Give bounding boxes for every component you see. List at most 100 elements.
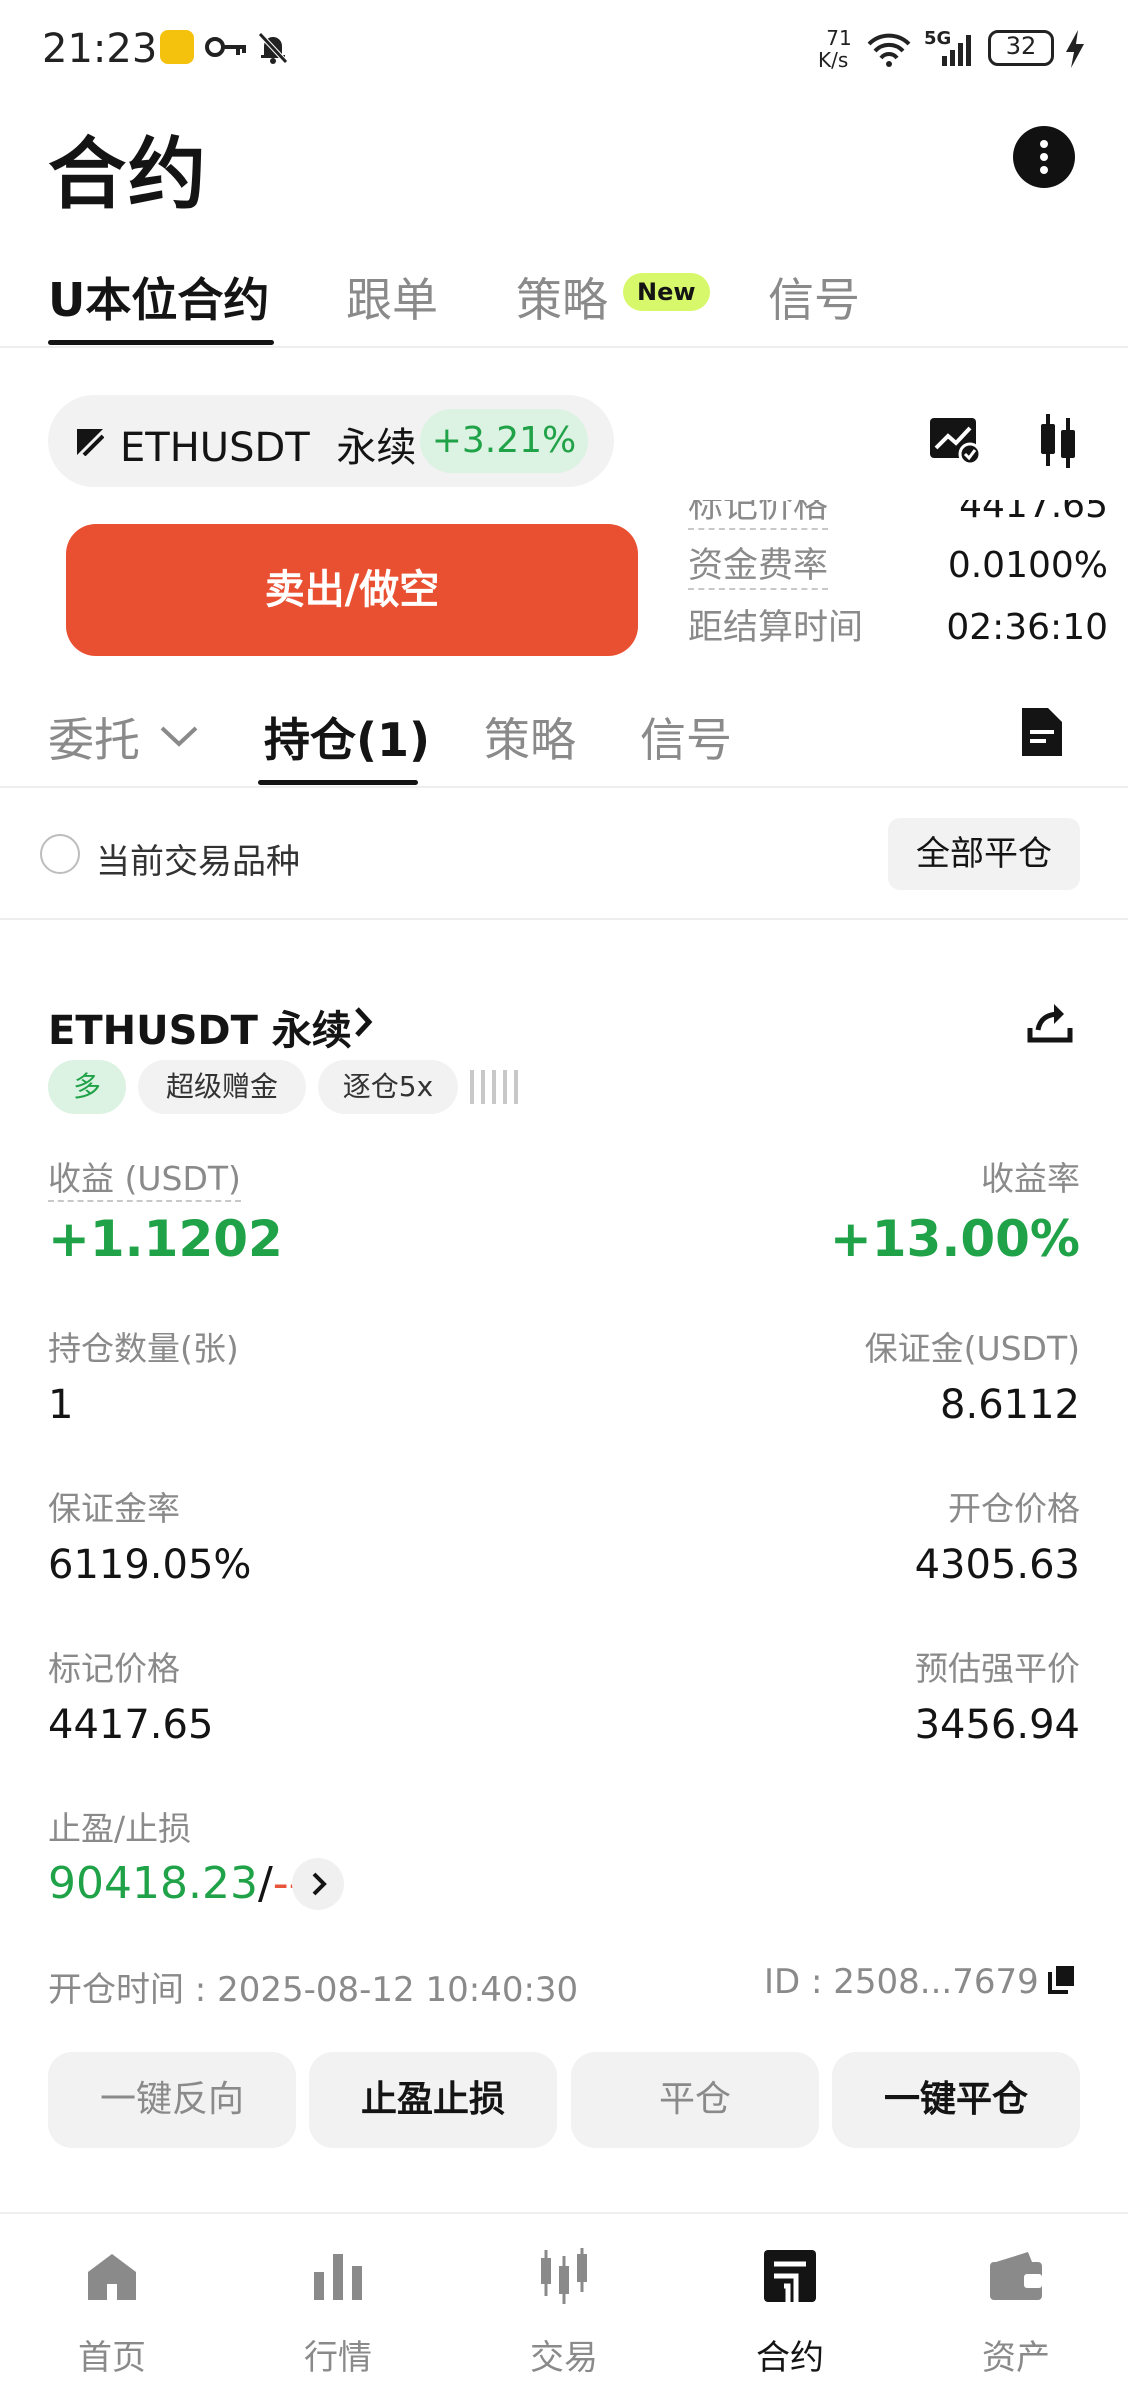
position-qty-value: 1 [48,1382,74,1428]
close-all-button[interactable]: 全部平仓 [888,818,1080,890]
nav-markets[interactable]: 行情 [258,2226,418,2396]
tab-copy-trading[interactable]: 跟单 [346,264,438,330]
pnl-label[interactable]: 收益 (USDT) [48,1152,241,1202]
symbol-ticker: ETHUSDT [120,425,310,471]
tpsl-values: 90418.23/-- [48,1858,305,1909]
mark-price-label: 标记价格 [688,500,829,530]
risk-level-bars-icon [470,1070,518,1104]
price-change-badge: +3.21% [420,409,588,473]
header-divider [0,346,1128,348]
settlement-countdown-value: 02:36:10 [946,607,1108,648]
bonus-tag: 超级赠金 [138,1060,306,1114]
tab-orders[interactable]: 委托 [48,704,140,770]
home-icon [88,2254,136,2300]
margin-ratio-label: 保证金率 [48,1489,180,1528]
mark-price-row: 标记价格 4417.65 [688,500,1108,534]
wallet-icon [990,2252,1042,2300]
active-subtab-indicator [258,780,418,785]
nav-assets[interactable]: 资产 [936,2226,1096,2396]
roi-label: 收益率 [981,1159,1080,1198]
settlement-countdown-row: 距结算时间 02:36:10 [688,606,1108,656]
market-info-panel: 标记价格 4417.65 资金费率 0.0100% 距结算时间 02:36:10 [680,500,1120,670]
subtab-divider [0,786,1128,788]
nav-assets-label: 资产 [982,2338,1050,2378]
copy-icon[interactable] [1046,1964,1076,1996]
nav-markets-label: 行情 [304,2338,372,2378]
market-chart-icon [314,2254,362,2300]
tab-positions[interactable]: 持仓(1) [264,704,430,770]
tab-orders-label: 委托 [48,713,140,767]
current-symbol-radio[interactable] [40,834,80,874]
position-id: ID : 2508...7679 [764,1962,1039,2002]
signal-icon [942,35,971,66]
open-time: 开仓时间 : 2025-08-12 10:40:30 [48,1970,579,2010]
tab-strategy-orders[interactable]: 策略 [484,704,576,770]
tpsl-button[interactable]: 止盈止损 [309,2052,557,2148]
position-title[interactable]: ETHUSDT 永续 [48,998,352,1056]
tpsl-label: 止盈/止损 [48,1809,192,1848]
position-qty-label: 持仓数量(张) [48,1329,239,1368]
futures-icon [764,2250,816,2302]
filter-divider [0,918,1128,920]
nav-futures-label: 合约 [756,2338,824,2378]
close-position-button[interactable]: 平仓 [571,2052,819,2148]
active-tab-indicator [48,340,274,345]
chevron-right-icon[interactable] [350,1004,376,1040]
funding-rate-label[interactable]: 资金费率 [688,544,829,590]
long-tag: 多 [48,1060,126,1114]
candlestick-icon[interactable] [1036,410,1080,472]
document-icon[interactable] [1020,706,1064,758]
mark-price-pos-value: 4417.65 [48,1702,214,1748]
margin-label: 保证金(USDT) [864,1329,1080,1368]
mark-price-value: 4417.65 [959,500,1108,526]
tab-signal[interactable]: 信号 [768,264,860,330]
sell-short-button[interactable]: 卖出/做空 [66,524,638,656]
entry-price-label: 开仓价格 [948,1489,1080,1528]
battery-level: 32 [1005,32,1037,60]
liq-price-label: 预估强平价 [915,1649,1080,1688]
new-badge: New [623,273,710,311]
key-icon [205,37,246,57]
funding-rate-row: 资金费率 0.0100% [688,544,1108,594]
nav-trade-label: 交易 [530,2338,598,2378]
net-speed-value: 71 [826,26,852,50]
market-close-button[interactable]: 一键平仓 [832,2052,1080,2148]
app-notification-icon [160,30,194,64]
tab-usdt-futures[interactable]: U本位合约 [48,264,269,330]
symbol-switch-icon [77,429,104,456]
funding-rate-value: 0.0100% [947,545,1108,586]
share-icon[interactable] [1026,998,1074,1046]
margin-ratio-value: 6119.05% [48,1542,252,1588]
symbol-name: ETHUSDT 永续 [120,415,416,473]
net-speed-unit: K/s [818,48,849,72]
roi-value: +13.00% [829,1210,1080,1268]
margin-value: 8.6112 [940,1382,1080,1428]
entry-price-value: 4305.63 [914,1542,1080,1588]
liq-price-value: 3456.94 [914,1702,1080,1748]
tpsl-separator: / [257,1858,273,1909]
more-options-button[interactable] [1013,126,1075,188]
take-profit-value: 90418.23 [48,1858,258,1909]
symbol-contract-type: 永续 [336,425,417,471]
settlement-countdown-label: 距结算时间 [688,608,864,648]
chevron-right-small-icon [312,1872,327,1896]
tpsl-edit-button[interactable] [292,1858,344,1910]
tab-signal-orders[interactable]: 信号 [640,704,732,770]
nav-futures[interactable]: 合约 [710,2226,870,2396]
tab-strategy[interactable]: 策略 [516,264,608,330]
reverse-position-button[interactable]: 一键反向 [48,2052,296,2148]
chart-overlay-icon[interactable] [928,416,982,464]
bell-muted-icon [258,32,288,64]
pnl-value: +1.1202 [48,1210,283,1268]
status-time: 21:23 [42,26,158,72]
nav-trade[interactable]: 交易 [484,2226,644,2396]
charging-icon [1066,30,1084,68]
wifi-icon [867,33,911,67]
mark-price-pos-label: 标记价格 [48,1649,180,1688]
nav-home[interactable]: 首页 [32,2226,192,2396]
current-symbol-label: 当前交易品种 [96,842,300,882]
page-title: 合约 [48,130,209,220]
chevron-down-icon[interactable] [158,722,200,750]
trade-candles-icon [541,2248,587,2304]
leverage-tag[interactable]: 逐仓5x [318,1060,458,1114]
